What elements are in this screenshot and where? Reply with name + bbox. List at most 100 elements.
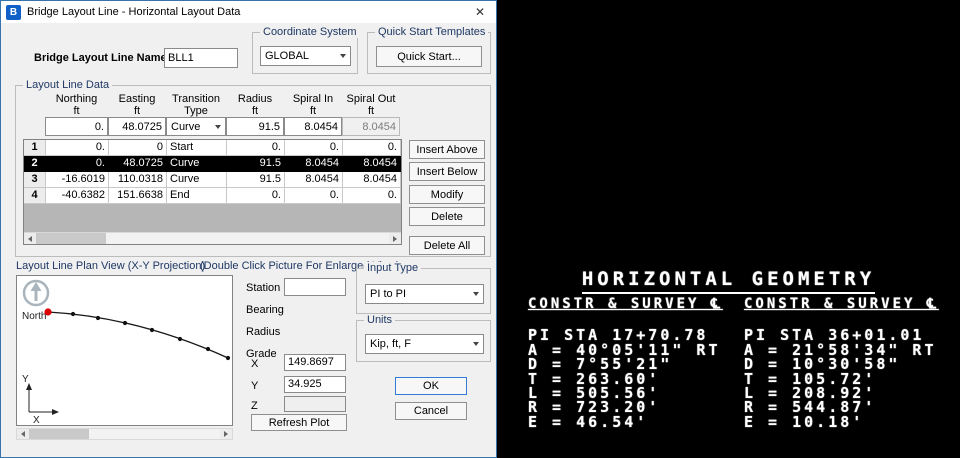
bridge-layout-line-name-input[interactable] (164, 48, 238, 68)
station-label: Station (246, 282, 280, 294)
input-type-value: PI to PI (370, 288, 406, 300)
cell-northing[interactable]: -40.6382 (46, 188, 109, 204)
external-distance: E = 46.54' (528, 415, 723, 429)
curve-data-left-column: CONSTR & SURVEY ℄ PI STA 17+70.78 A = 40… (528, 297, 723, 429)
column-header-northing: Northingft (45, 93, 108, 117)
cell-northing[interactable]: 0. (46, 140, 109, 156)
cell-spiral-out[interactable]: 0. (343, 188, 401, 204)
constr-survey-header: CONSTR & SURVEY ℄ (528, 297, 723, 311)
z-label: Z (251, 400, 258, 412)
delete-all-button[interactable]: Delete All (409, 236, 485, 255)
quick-start-button[interactable]: Quick Start... (376, 46, 482, 67)
cell-spiral-out[interactable]: 0. (343, 140, 401, 156)
layout-line-data-label: Layout Line Data (23, 79, 112, 91)
constr-survey-header: CONSTR & SURVEY ℄ (744, 297, 939, 311)
insert-above-button[interactable]: Insert Above (409, 140, 485, 159)
coordinate-system-group: Coordinate System GLOBAL (252, 32, 358, 74)
cell-spiral-in[interactable]: 8.0454 (285, 156, 343, 172)
cell-transition[interactable]: Start (167, 140, 227, 156)
edit-easting-input[interactable] (108, 117, 166, 136)
table-scrollbar-thumb[interactable] (36, 233, 106, 244)
units-value: Kip, ft, F (370, 338, 411, 350)
insert-below-button[interactable]: Insert Below (409, 162, 485, 181)
row-number[interactable]: 4 (24, 188, 46, 204)
table-row[interactable]: 3 -16.6019 110.0318 Curve 91.5 8.0454 8.… (24, 172, 401, 188)
cell-easting[interactable]: 48.0725 (109, 156, 167, 172)
quick-start-templates-label: Quick Start Templates (375, 26, 488, 38)
cell-spiral-in[interactable]: 8.0454 (285, 172, 343, 188)
row-number[interactable]: 1 (24, 140, 46, 156)
refresh-plot-button[interactable]: Refresh Plot (251, 414, 347, 431)
bridge-layout-line-dialog: B Bridge Layout Line - Horizontal Layout… (0, 0, 497, 458)
table-row[interactable]: 1 0. 0 Start 0. 0. 0. (24, 140, 401, 156)
modify-button[interactable]: Modify (409, 185, 485, 204)
table-h-scrollbar[interactable] (24, 232, 401, 244)
quick-start-templates-group: Quick Start Templates Quick Start... (367, 32, 491, 74)
layout-line-table[interactable]: 1 0. 0 Start 0. 0. 0. 2 0. 48.0725 Curve… (23, 139, 402, 245)
cell-northing[interactable]: -16.6019 (46, 172, 109, 188)
scroll-right-icon[interactable] (389, 233, 401, 244)
scroll-left-icon[interactable] (17, 429, 29, 439)
cancel-button[interactable]: Cancel (395, 402, 467, 420)
edit-transition-value: Curve (171, 121, 200, 133)
table-row[interactable]: 4 -40.6382 151.6638 End 0. 0. 0. (24, 188, 401, 204)
chevron-down-icon (340, 54, 346, 58)
plan-view-svg[interactable]: North Y X (17, 276, 232, 425)
cell-radius[interactable]: 91.5 (227, 172, 285, 188)
cell-northing[interactable]: 0. (46, 156, 109, 172)
cell-radius[interactable]: 91.5 (227, 156, 285, 172)
cell-radius[interactable]: 0. (227, 140, 285, 156)
curve-data-right-column: CONSTR & SURVEY ℄ PI STA 36+01.01 A = 21… (744, 297, 939, 429)
cell-transition[interactable]: Curve (167, 156, 227, 172)
plot-scrollbar-thumb[interactable] (29, 429, 89, 439)
units-group: Units Kip, ft, F (356, 320, 491, 362)
column-header-transition: TransitionType (166, 93, 226, 117)
units-select[interactable]: Kip, ft, F (365, 334, 484, 354)
cad-drawing-panel: HORIZONTAL GEOMETRY CONSTR & SURVEY ℄ PI… (497, 0, 960, 458)
cell-spiral-in[interactable]: 0. (285, 188, 343, 204)
row-number[interactable]: 3 (24, 172, 46, 188)
station-input[interactable] (284, 278, 346, 296)
input-type-group: Input Type PI to PI (356, 268, 491, 314)
edit-spiral-out-input (342, 117, 400, 136)
input-type-label: Input Type (364, 262, 421, 274)
x-label: X (251, 358, 258, 370)
delete-button[interactable]: Delete (409, 207, 485, 226)
window-title: Bridge Layout Line - Horizontal Layout D… (27, 6, 240, 18)
horizontal-geometry-title: HORIZONTAL GEOMETRY (497, 268, 960, 290)
plot-h-scrollbar[interactable] (16, 428, 233, 440)
cell-easting[interactable]: 0 (109, 140, 167, 156)
cell-easting[interactable]: 151.6638 (109, 188, 167, 204)
column-header-easting: Eastingft (108, 93, 166, 117)
coordinate-system-label: Coordinate System (260, 26, 360, 38)
coordinate-system-select[interactable]: GLOBAL (260, 46, 351, 66)
close-icon[interactable]: ✕ (464, 1, 496, 23)
alignment-points (71, 312, 230, 360)
ok-button[interactable]: OK (395, 377, 467, 395)
scroll-left-icon[interactable] (24, 233, 36, 244)
chevron-down-icon (473, 292, 479, 296)
y-label: Y (251, 380, 258, 392)
cell-transition[interactable]: End (167, 188, 227, 204)
cell-spiral-out[interactable]: 8.0454 (343, 156, 401, 172)
titlebar[interactable]: B Bridge Layout Line - Horizontal Layout… (1, 1, 496, 23)
north-label: North (22, 311, 46, 322)
cell-radius[interactable]: 0. (227, 188, 285, 204)
plan-view-plot[interactable]: North Y X (16, 275, 233, 426)
table-row-selected[interactable]: 2 0. 48.0725 Curve 91.5 8.0454 8.0454 (24, 156, 401, 172)
start-point-marker (44, 308, 51, 315)
cell-easting[interactable]: 110.0318 (109, 172, 167, 188)
cell-spiral-in[interactable]: 0. (285, 140, 343, 156)
cell-spiral-out[interactable]: 8.0454 (343, 172, 401, 188)
row-number[interactable]: 2 (24, 156, 46, 172)
edit-spiral-in-input[interactable] (284, 117, 342, 136)
edit-transition-select[interactable]: Curve (166, 117, 226, 136)
input-type-select[interactable]: PI to PI (365, 284, 484, 304)
cell-transition[interactable]: Curve (167, 172, 227, 188)
chevron-down-icon (215, 125, 221, 129)
edit-northing-input[interactable] (45, 117, 108, 136)
bearing-label: Bearing (246, 304, 284, 316)
column-header-spiral-in: Spiral Inft (284, 93, 342, 117)
edit-radius-input[interactable] (226, 117, 284, 136)
scroll-right-icon[interactable] (220, 429, 232, 439)
